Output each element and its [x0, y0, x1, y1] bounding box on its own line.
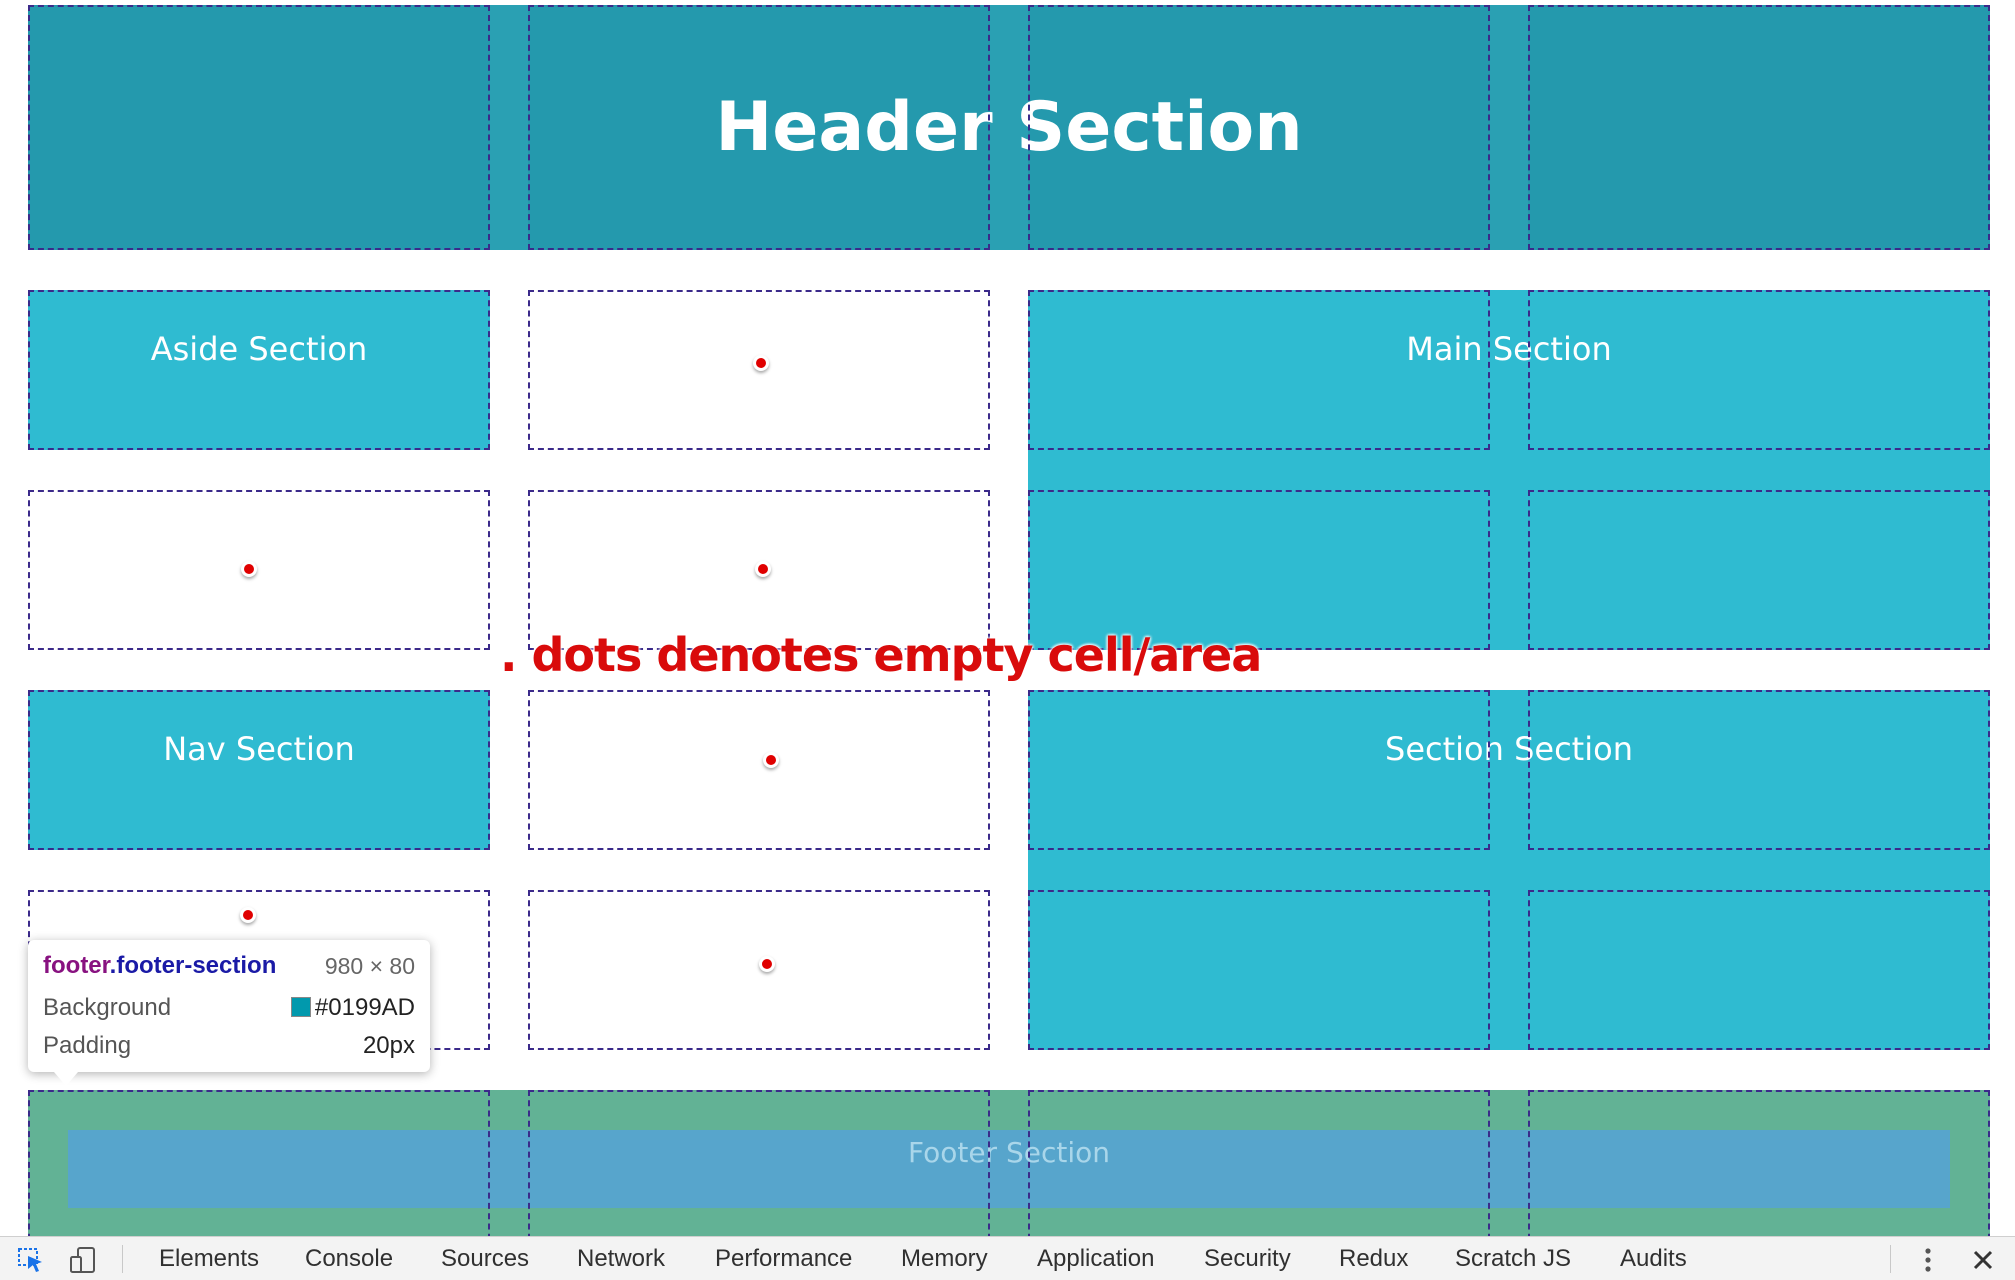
- devtools-toolbar: Elements Console Sources Network Perform…: [0, 1236, 2015, 1280]
- more-options-icon[interactable]: [1918, 1245, 1938, 1275]
- tab-redux[interactable]: Redux: [1339, 1245, 1408, 1273]
- tab-performance[interactable]: Performance: [715, 1245, 852, 1273]
- empty-cell-annotation: . dots denotes empty cell/area: [500, 628, 1262, 682]
- empty-cell-dot: [755, 561, 771, 577]
- nav-title: Nav Section: [163, 730, 355, 768]
- tab-security[interactable]: Security: [1204, 1245, 1291, 1273]
- aside-title: Aside Section: [150, 330, 368, 368]
- tab-scratch-js[interactable]: Scratch JS: [1455, 1245, 1571, 1273]
- grid-cell-outline: [528, 890, 990, 1050]
- inspect-element-icon[interactable]: [16, 1245, 46, 1275]
- toolbar-separator: [122, 1245, 123, 1273]
- grid-cell-outline: [528, 690, 990, 850]
- color-swatch: [290, 997, 311, 1017]
- tab-elements[interactable]: Elements: [159, 1245, 259, 1273]
- tab-application[interactable]: Application: [1037, 1245, 1154, 1273]
- tooltip-class: .footer-section: [109, 952, 277, 979]
- device-toolbar-icon[interactable]: [68, 1245, 98, 1275]
- tab-console[interactable]: Console: [305, 1245, 393, 1273]
- tooltip-background-label: Background: [43, 994, 172, 1021]
- tooltip-background-value: #0199AD: [314, 994, 415, 1021]
- footer-title: Footer Section: [907, 1136, 1110, 1169]
- empty-cell-dot: [753, 355, 769, 371]
- header-title: Header Section: [715, 88, 1303, 167]
- tooltip-tag: footer: [43, 952, 110, 979]
- aside-section: [28, 290, 490, 450]
- tab-audits[interactable]: Audits: [1620, 1245, 1687, 1273]
- grid-cell-outline: [28, 490, 490, 650]
- tooltip-padding-value: 20px: [362, 1032, 415, 1059]
- element-inspector-tooltip: footer.footer-section 980 × 80 Backgroun…: [28, 940, 430, 1086]
- tooltip-size: 980 × 80: [324, 953, 415, 979]
- tab-memory[interactable]: Memory: [901, 1245, 988, 1273]
- empty-cell-dot: [759, 956, 775, 972]
- section-title: Section Section: [1385, 730, 1633, 768]
- empty-cell-dot: [240, 907, 256, 923]
- nav-section: [28, 690, 490, 850]
- empty-cell-dot: [241, 561, 257, 577]
- tab-sources[interactable]: Sources: [441, 1245, 529, 1273]
- toolbar-separator: [1890, 1245, 1891, 1273]
- tab-network[interactable]: Network: [577, 1245, 665, 1273]
- tooltip-padding-label: Padding: [43, 1032, 132, 1059]
- main-title: Main Section: [1406, 330, 1612, 368]
- empty-cell-dot: [763, 752, 779, 768]
- close-icon[interactable]: [1970, 1247, 1996, 1273]
